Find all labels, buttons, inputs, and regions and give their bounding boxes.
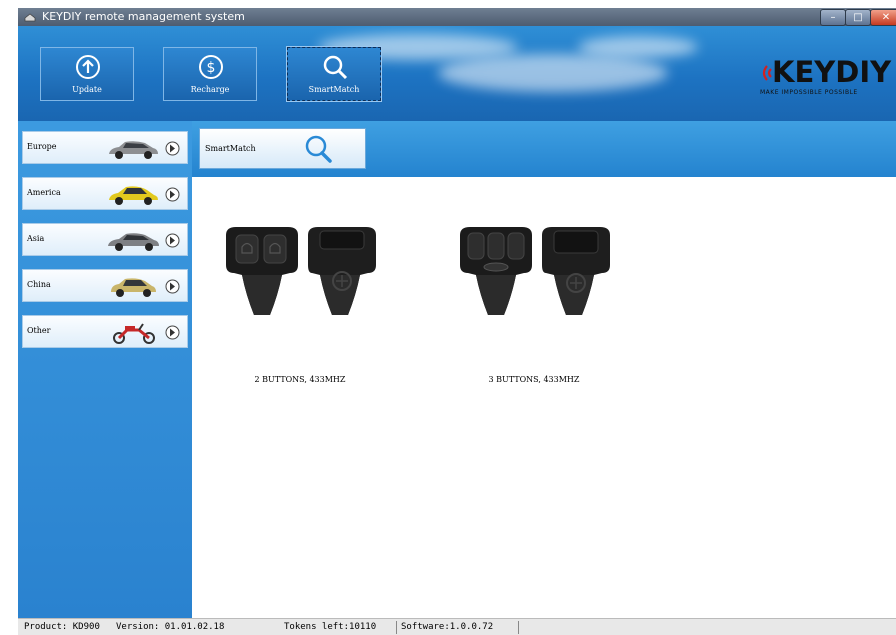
sidebar-item-label: China — [27, 280, 51, 289]
title-bar: KEYDIY remote management system – □ ✕ — [18, 8, 896, 26]
logo-text: KEYDIY — [772, 55, 892, 89]
sidebar-item-america[interactable]: America — [22, 177, 188, 210]
dollar-coin-icon: $ — [199, 55, 223, 79]
sedan-car-icon — [109, 141, 158, 159]
chevron-right-icon — [165, 187, 180, 202]
sidebar-item-label: Asia — [27, 234, 45, 243]
sidebar-item-label: Europe — [27, 142, 57, 151]
region-sidebar: Europe America Asia China Other — [18, 121, 192, 618]
sidebar-item-label: Other — [27, 326, 51, 335]
smartmatch-button[interactable]: SmartMatch — [286, 46, 382, 102]
status-separator — [396, 621, 397, 634]
chevron-right-icon — [165, 141, 180, 156]
keydiy-logo: KEYDIY MAKE IMPOSSIBLE POSSIBLE — [758, 55, 896, 99]
cloud-decoration — [578, 36, 698, 58]
sidebar-item-europe[interactable]: Europe — [22, 131, 188, 164]
magnifier-icon — [305, 135, 332, 163]
status-separator — [518, 621, 519, 634]
chevron-right-icon — [165, 279, 180, 294]
status-tokens: Tokens left:10110 — [284, 622, 377, 632]
sidebar-item-label: America — [27, 188, 61, 197]
logo-slogan: MAKE IMPOSSIBLE POSSIBLE — [760, 89, 858, 96]
product-card[interactable]: 2 BUTTONS, 433MHZ — [220, 227, 380, 387]
chevron-right-icon — [165, 325, 180, 340]
app-icon — [24, 13, 36, 22]
sidebar-item-asia[interactable]: Asia — [22, 223, 188, 256]
maximize-button[interactable]: □ — [845, 9, 871, 26]
smartmatch-search-box[interactable]: SmartMatch — [199, 128, 366, 169]
remote-key-shell-image — [226, 227, 376, 315]
product-label: 2 BUTTONS, 433MHZ — [254, 375, 346, 384]
close-button[interactable]: ✕ — [870, 9, 896, 26]
product-card[interactable]: 3 BUTTONS, 433MHZ — [454, 227, 614, 387]
upload-arrow-icon — [76, 55, 100, 79]
status-bar: Product: KD900 Version: 01.01.02.18 Toke… — [18, 618, 896, 635]
scooter-icon — [113, 323, 155, 344]
window-title: KEYDIY remote management system — [42, 10, 245, 23]
update-button[interactable]: Update — [40, 47, 134, 101]
recharge-button[interactable]: $ Recharge — [163, 47, 257, 101]
sedan-car-icon — [108, 233, 159, 251]
remote-key-shell-image — [460, 227, 610, 315]
status-product: Product: KD900 — [24, 622, 100, 632]
app-window: KEYDIY remote management system – □ ✕ Up… — [18, 8, 896, 635]
chevron-right-icon — [165, 233, 180, 248]
svg-text:$: $ — [207, 60, 216, 76]
header-banner: Update $ Recharge SmartMatch KEYDIY MAKE… — [18, 26, 896, 121]
update-label: Update — [72, 85, 102, 94]
results-panel: 2 BUTTONS, 433MHZ 3 BUTTONS, 433MHZ — [192, 177, 896, 618]
sidebar-item-china[interactable]: China — [22, 269, 188, 302]
sidebar-item-other[interactable]: Other — [22, 315, 188, 348]
search-strip: SmartMatch — [192, 121, 896, 177]
hatchback-car-icon — [109, 186, 158, 205]
minimize-button[interactable]: – — [820, 9, 846, 26]
status-version: Version: 01.01.02.18 — [116, 622, 225, 632]
status-software: Software:1.0.0.72 — [401, 622, 494, 632]
smartmatch-label: SmartMatch — [308, 85, 360, 94]
recharge-label: Recharge — [190, 85, 230, 94]
magnifier-icon — [323, 55, 348, 80]
compact-car-icon — [111, 278, 156, 297]
cloud-decoration — [438, 54, 668, 92]
product-label: 3 BUTTONS, 433MHZ — [488, 375, 580, 384]
search-label: SmartMatch — [205, 144, 256, 153]
